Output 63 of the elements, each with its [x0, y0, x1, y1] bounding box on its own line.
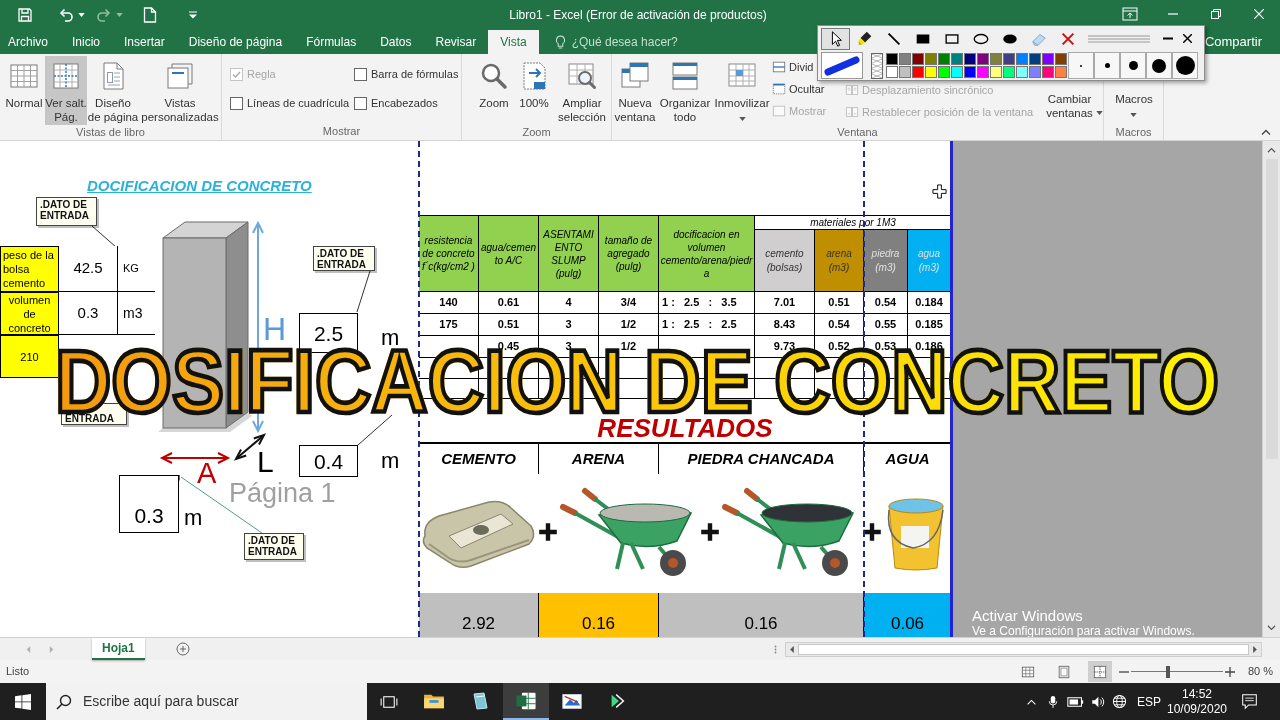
table-cell: 0.184 [908, 292, 951, 314]
table-cell: 3/4 [599, 292, 659, 314]
table-cell: 0.54 [864, 292, 908, 314]
table-cell: 1/2 [599, 314, 659, 336]
group-label: Macros [1115, 125, 1152, 140]
column-header: docificacion en volumen cemento/arena/piedra [659, 215, 755, 292]
table-cell: 0.185 [908, 314, 951, 336]
unit-label: m [184, 507, 203, 529]
ribbon-command: Restablecer posición de la ventana [845, 103, 1034, 121]
dimension-letter: L [257, 447, 274, 477]
result-value: 0.06 [864, 593, 951, 637]
table-cell: 0.51 [479, 314, 539, 336]
column-header: tamaño de agregado (pulg) [599, 215, 659, 292]
ribbon-command: Desplazamiento sincrónico [845, 81, 994, 99]
zoom-level: 80 % [1247, 664, 1273, 680]
activation-notice-text: Ve a Configuración para activar Windows. [972, 625, 1195, 637]
column-header: CEMENTO [419, 444, 539, 474]
activation-notice-title: Activar Windows [972, 607, 1083, 624]
unit-label: m [381, 450, 400, 472]
table-cell: 175 [419, 314, 479, 336]
result-value: 2.92 [419, 593, 539, 637]
unit-label: KG [118, 246, 155, 292]
table-cell: 0.51 [815, 292, 864, 314]
table-cell: 1 : 2.5 : 2.5 [659, 314, 755, 336]
result-value: 0.16 [659, 593, 864, 637]
column-header: PIEDRA CHANCADA [659, 444, 864, 474]
table-cell: 140 [419, 292, 479, 314]
table-cell: 7.01 [755, 292, 815, 314]
column-header: AGUA [884, 448, 931, 469]
result-value: 0.16 [539, 593, 659, 637]
unit-label: m [381, 327, 400, 349]
column-header: piedra (m3) [864, 230, 908, 292]
table-cell: 4 [539, 292, 599, 314]
unit-label: m3 [118, 292, 155, 335]
input-label: volumen de concreto [0, 292, 59, 335]
table-cell: 0.55 [864, 314, 908, 336]
group-label: Ventana [837, 125, 878, 140]
window-title: Libro1 - Excel (Error de activación de productos) [509, 7, 767, 24]
table-cell: 1 : 2.5 : 3.5 [659, 292, 755, 314]
column-header: resistencia de concreto f´c(kg/cm2 ) [419, 215, 479, 292]
status-text: Listo [5, 664, 30, 680]
column-header: agua (m3) [908, 230, 951, 292]
sheet-title: DOCIFICACION DE CONCRETO [87, 176, 312, 196]
table-cell: 8.43 [755, 314, 815, 336]
column-header: ASENTAMIENTO SLUMP (pulg) [539, 215, 599, 292]
input-label: 210 [0, 335, 59, 378]
column-header: cemento (bolsas) [755, 230, 815, 292]
callout: .DATO DE ENTRADA [313, 246, 375, 271]
table-cell: 0.54 [815, 314, 864, 336]
column-header: agua/cemento A/C [479, 215, 539, 292]
table-cell: 0.61 [479, 292, 539, 314]
dimension-letter: H [263, 313, 287, 345]
callout: .DATO DE ENTRADA [244, 533, 304, 560]
page-number-label: Página 1 [229, 480, 336, 507]
callout: .DATO DE ENTRADA [36, 197, 97, 226]
table-cell: 3 [539, 314, 599, 336]
column-header: arena (m3) [815, 230, 864, 292]
group-label: Mostrar [322, 124, 361, 140]
ribbon-command: Mostrar [772, 100, 827, 122]
group-label: Vistas de libro [76, 125, 145, 140]
group-label: Zoom [522, 125, 551, 140]
column-header: ARENA [539, 444, 659, 474]
dimension-letter: A [197, 459, 217, 488]
